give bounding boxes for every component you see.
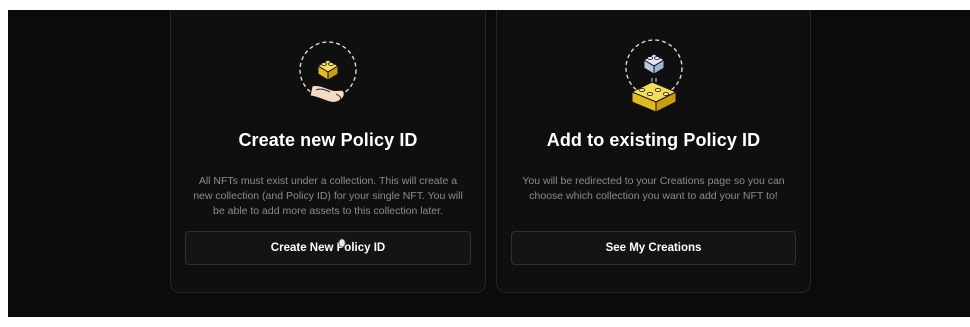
see-my-creations-button[interactable]: See My Creations (511, 231, 796, 265)
card-description: All NFTs must exist under a collection. … (193, 175, 463, 217)
content-area: Create new Policy ID All NFTs must exist… (8, 10, 970, 317)
screen: Create new Policy ID All NFTs must exist… (0, 0, 970, 327)
card-description: You will be redirected to your Creations… (522, 175, 785, 202)
create-new-policy-id-button[interactable]: Create New Policy ID (185, 231, 471, 265)
hand-holding-brick-icon (299, 41, 357, 103)
stacked-bricks-icon (624, 39, 683, 113)
card-title: Add to existing Policy ID (546, 130, 761, 150)
create-policy-card: Create new Policy ID All NFTs must exist… (170, 10, 486, 293)
existing-policy-card: Add to existing Policy ID You will be re… (496, 10, 811, 293)
card-title: Create new Policy ID (238, 130, 418, 150)
